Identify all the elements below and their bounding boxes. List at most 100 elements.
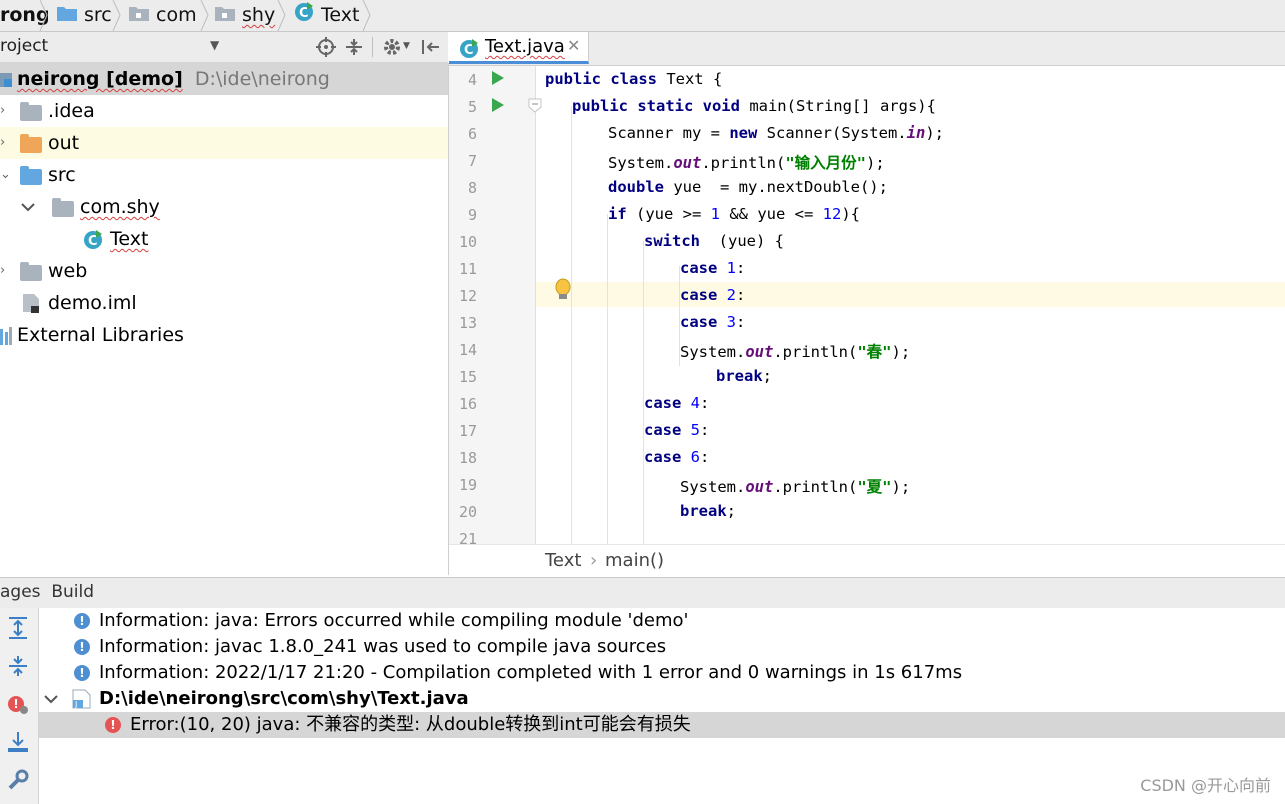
crumb-text[interactable]: C Text	[293, 0, 359, 31]
chevron-right-icon[interactable]: ›	[0, 95, 5, 127]
code-token: case	[680, 313, 718, 331]
code-line[interactable]: if (yue >= 1 && yue <= 12){	[608, 205, 860, 223]
hide-panel-icon[interactable]	[420, 37, 442, 57]
gear-icon[interactable]	[382, 36, 404, 58]
crumb-text-label: Text	[321, 4, 360, 26]
breadcrumb-class[interactable]: Text	[545, 550, 581, 571]
code-token: :	[736, 259, 746, 277]
line-number: 10	[458, 233, 477, 251]
close-icon[interactable]: ✕	[567, 36, 580, 55]
code-token: ;	[726, 502, 737, 520]
chevron-down-icon[interactable]	[20, 201, 36, 213]
export-icon[interactable]	[6, 730, 30, 754]
build-message[interactable]: ! Information: javac 1.8.0_241 was used …	[39, 634, 1285, 660]
tree-item-external-libraries[interactable]: External Libraries	[0, 319, 448, 351]
code-line[interactable]: double yue = my.nextDouble();	[608, 178, 888, 196]
code-line[interactable]: case 5:	[644, 421, 709, 439]
code-line[interactable]: System.out.println("夏");	[680, 475, 910, 497]
chevron-down-icon[interactable]: ⌄	[0, 159, 11, 191]
chevron-right-icon	[200, 0, 209, 31]
source-folder-icon	[20, 166, 42, 185]
code-line[interactable]: public static void main(String[] args){	[572, 97, 936, 115]
run-icon[interactable]	[491, 97, 505, 113]
watermark: CSDN @开心向前	[1140, 776, 1271, 795]
tree-item-demo-iml[interactable]: demo.iml	[0, 287, 448, 319]
code-token: out	[745, 343, 774, 361]
code-token: break	[716, 367, 763, 385]
code-token: "夏"	[857, 478, 892, 496]
tree-item-src[interactable]: ⌄ src	[0, 159, 448, 191]
build-message[interactable]: ! Information: java: Errors occurred whi…	[39, 608, 1285, 634]
code-line[interactable]: Scanner my = new Scanner(System.in);	[608, 124, 944, 142]
tree-item-label: Text	[110, 228, 149, 250]
build-message[interactable]: ! Information: 2022/1/17 21:20 - Compila…	[39, 660, 1285, 686]
code-token: :	[700, 448, 710, 466]
folder-icon	[20, 102, 42, 121]
code-token: in	[906, 124, 926, 142]
build-message-text: Information: javac 1.8.0_241 was used to…	[99, 636, 667, 657]
gear-dropdown-icon[interactable]: ▼	[403, 41, 410, 51]
code-editor[interactable]: 4 5 6 7 8 9 10 11 12 13 14 15 16 17 18 19 20 21 public cl…	[449, 66, 1285, 544]
code-token: "春"	[857, 343, 892, 361]
error-filter-icon[interactable]	[6, 692, 30, 716]
fold-marker-icon[interactable]	[528, 98, 542, 114]
code-line[interactable]: case 6:	[644, 448, 709, 466]
code-token: Scanner(System.	[757, 124, 907, 142]
chevron-down-icon[interactable]	[43, 693, 59, 705]
code-token: "输入月份"	[785, 154, 866, 172]
code-token: System.	[680, 478, 746, 496]
run-icon[interactable]	[491, 70, 505, 86]
crumb-shy[interactable]: shy	[214, 0, 275, 31]
code-line[interactable]: public class Text {	[545, 70, 722, 88]
build-file-node[interactable]: J D:\ide\neirong\src\com\shy\Text.java	[39, 686, 1285, 712]
tree-item-com-shy[interactable]: com.shy	[0, 191, 448, 223]
tree-item-idea[interactable]: › .idea	[0, 95, 448, 127]
tree-item-text[interactable]: C Text	[0, 223, 448, 255]
error-icon: !	[105, 717, 121, 733]
code-line[interactable]: System.out.println("输入月份");	[608, 151, 885, 173]
code-line[interactable]: case 2:	[680, 286, 745, 304]
tab-text-java[interactable]: C Text.java ✕	[449, 32, 589, 64]
package-icon	[52, 198, 74, 217]
tree-item-label: neirong [demo]	[17, 68, 183, 90]
breadcrumb-method[interactable]: main()	[605, 550, 664, 571]
expand-all-icon[interactable]	[6, 616, 30, 640]
crumb-com[interactable]: com	[128, 0, 197, 31]
collapse-all-icon[interactable]	[6, 654, 30, 678]
line-number: 11	[458, 260, 477, 278]
build-error-row[interactable]: ! Error:(10, 20) java: 不兼容的类型: 从double转换…	[39, 712, 1285, 738]
crumb-src[interactable]: src	[56, 0, 112, 31]
code-line[interactable]: case 1:	[680, 259, 745, 277]
code-line[interactable]: case 4:	[644, 394, 709, 412]
line-number: 5	[467, 98, 477, 116]
tree-item-label: web	[48, 260, 88, 282]
code-token: case	[644, 421, 682, 439]
locate-target-icon[interactable]	[316, 37, 336, 57]
code-line[interactable]: case 3:	[680, 313, 745, 331]
collapse-all-icon[interactable]	[343, 37, 365, 57]
line-number: 13	[458, 314, 477, 332]
code-line[interactable]: switch (yue) {	[644, 232, 784, 250]
build-panel-title[interactable]: ages Build	[0, 582, 94, 602]
tree-item-web[interactable]: › web	[0, 255, 448, 287]
code-line[interactable]: System.out.println("春");	[680, 340, 910, 362]
tree-item-out[interactable]: › out	[0, 127, 448, 159]
line-number: 19	[458, 476, 477, 494]
chevron-right-icon[interactable]: ›	[0, 255, 5, 287]
chevron-right-icon[interactable]: ›	[0, 127, 5, 159]
tree-item-neirong[interactable]: neirong [demo] D:\ide\neirong	[0, 63, 448, 95]
code-line[interactable]: break;	[716, 367, 772, 385]
code-token: out	[673, 154, 702, 172]
line-number: 14	[458, 341, 477, 359]
project-panel-title[interactable]: roject	[0, 36, 48, 56]
lightbulb-icon[interactable]	[553, 278, 573, 302]
code-token: && yue <=	[720, 205, 823, 223]
editor-breadcrumb: Text › main()	[449, 544, 1285, 577]
code-token: Scanner my =	[608, 124, 730, 142]
tree-item-label: out	[48, 132, 80, 154]
code-line[interactable]: break;	[680, 502, 736, 520]
tree-item-label: com.shy	[80, 196, 160, 218]
wrench-icon[interactable]	[6, 768, 30, 792]
dropdown-arrow-icon[interactable]: ▼	[210, 38, 219, 52]
